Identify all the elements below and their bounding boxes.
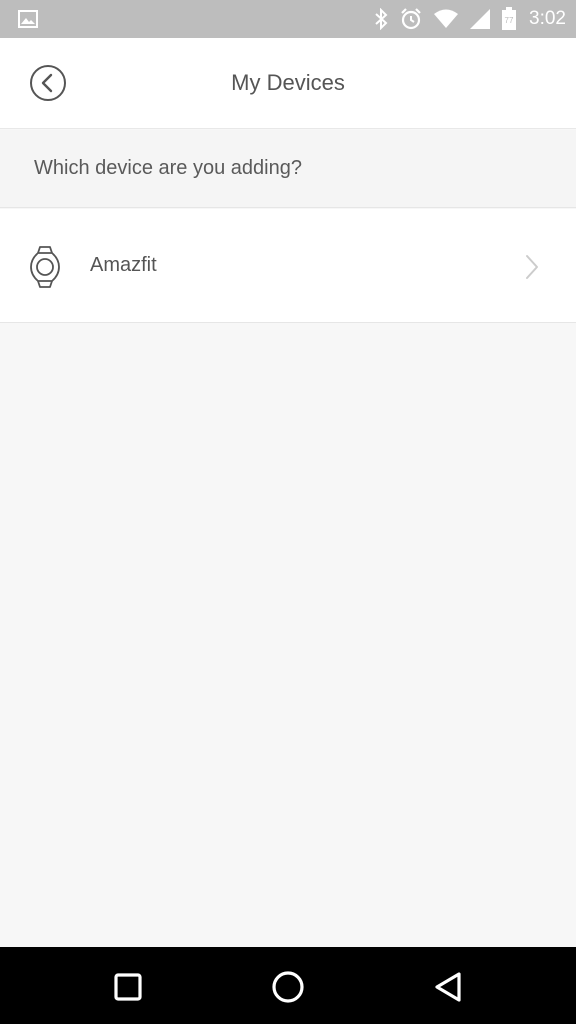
nav-back-button[interactable] (426, 965, 470, 1009)
back-circle-icon (30, 65, 66, 101)
home-circle-icon (272, 971, 304, 1003)
image-icon (18, 10, 38, 28)
recents-button[interactable] (106, 965, 150, 1009)
cell-signal-icon (469, 8, 491, 30)
wifi-icon (433, 9, 459, 29)
battery-level: 77 (505, 16, 514, 25)
alarm-icon (399, 7, 423, 31)
bluetooth-icon (373, 8, 389, 30)
status-right: 77 3:02 (373, 7, 566, 31)
device-item-amazfit[interactable]: Amazfit (0, 209, 576, 323)
page-title: My Devices (231, 70, 345, 95)
chevron-right-icon (522, 253, 542, 281)
back-triangle-icon (435, 972, 461, 1002)
screen: 77 3:02 My Devices Which device are you … (0, 0, 576, 1024)
status-left (18, 10, 373, 28)
back-button[interactable] (29, 64, 67, 102)
navigation-bar (0, 947, 576, 1024)
battery-icon: 77 (501, 7, 517, 31)
watch-icon (29, 245, 61, 289)
status-bar: 77 3:02 (0, 0, 576, 38)
section-header: Which device are you adding? (0, 130, 576, 208)
section-prompt: Which device are you adding? (34, 157, 302, 179)
device-label: Amazfit (90, 254, 157, 276)
status-time: 3:02 (529, 8, 566, 29)
home-button[interactable] (266, 965, 310, 1009)
app-bar: My Devices (0, 38, 576, 129)
recents-square-icon (114, 973, 142, 1001)
